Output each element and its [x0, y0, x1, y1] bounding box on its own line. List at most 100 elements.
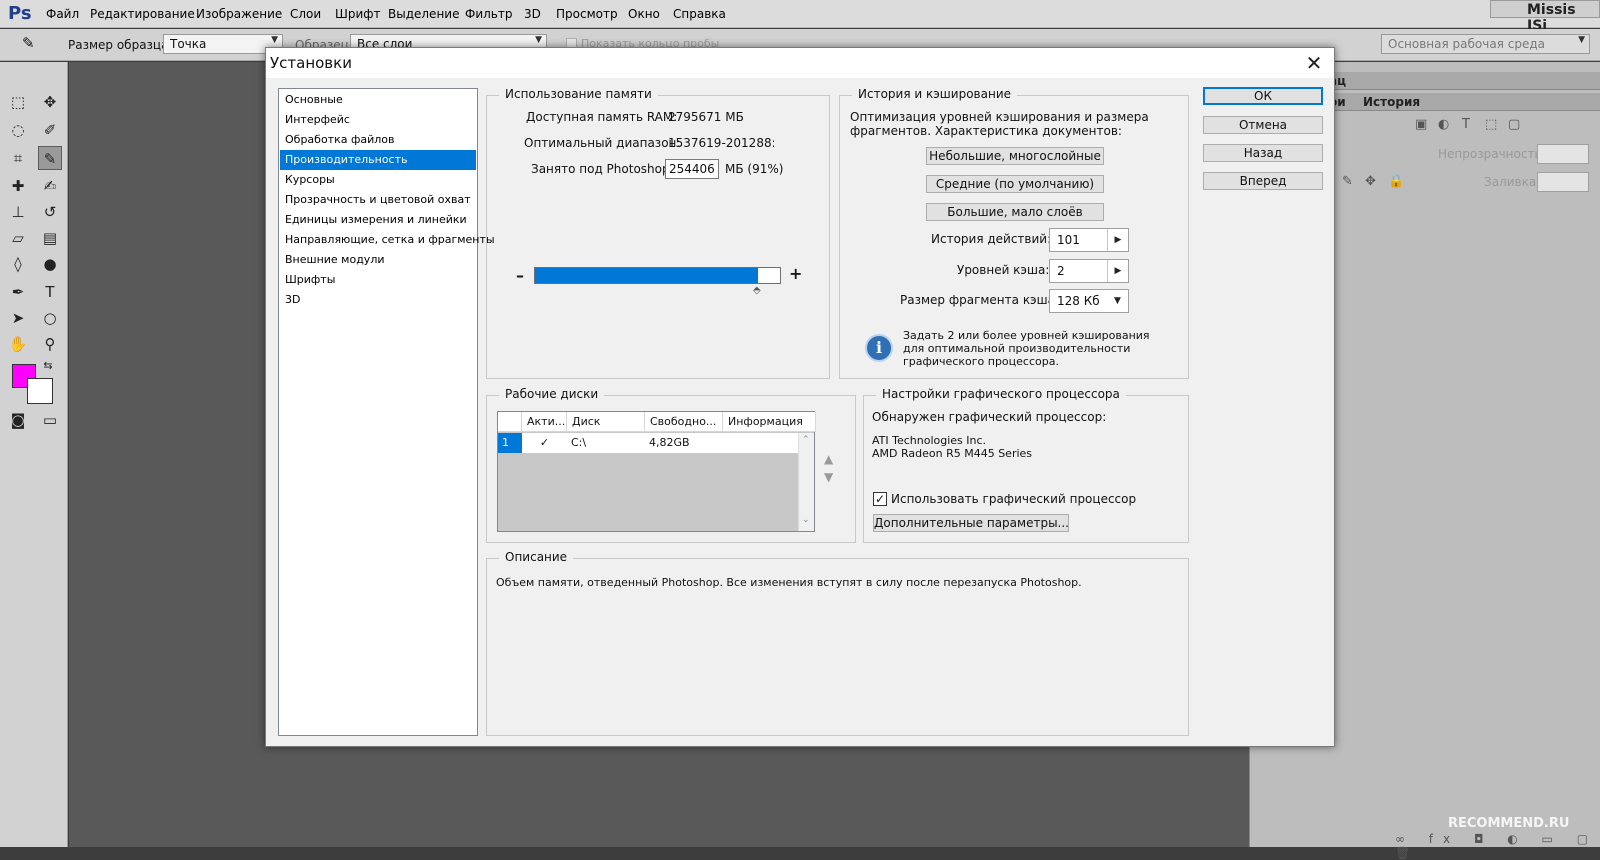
close-icon[interactable]: ✕	[1299, 50, 1329, 76]
swap-colors-icon[interactable]: ⇆	[36, 354, 60, 378]
cancel-button[interactable]: Отмена	[1203, 116, 1323, 134]
opacity-input[interactable]	[1537, 144, 1589, 164]
workspace-select[interactable]: Основная рабочая среда ▼	[1381, 34, 1590, 54]
memory-slider-thumb[interactable]: ⬘	[753, 285, 761, 296]
chevron-right-icon[interactable]: ▶	[1107, 229, 1128, 251]
forward-button[interactable]: Вперед	[1203, 172, 1323, 190]
menu-filter[interactable]: Фильтр	[465, 7, 512, 21]
opacity-label: Непрозрачность:	[1438, 147, 1546, 161]
lasso-tool-icon[interactable]: ◌	[6, 118, 30, 142]
menu-bar: Ps Файл Редактирование Изображение Слои …	[0, 0, 1600, 34]
preset-medium-button[interactable]: Средние (по умолчанию)	[926, 175, 1104, 193]
menu-edit[interactable]: Редактирование	[90, 7, 195, 21]
use-gpu-label[interactable]: Использовать графический процессор	[891, 492, 1136, 506]
quick-select-icon[interactable]: ✐	[38, 118, 62, 142]
nav-item-plugins[interactable]: Внешние модули	[280, 250, 476, 270]
preset-large-button[interactable]: Большие, мало слоёв	[926, 203, 1104, 221]
memory-usage-group: Использование памяти Доступная память RA…	[486, 87, 830, 379]
nav-item-type[interactable]: Шрифты	[280, 270, 476, 290]
eyedropper-tool-icon[interactable]: ✎	[38, 146, 62, 170]
advanced-settings-button[interactable]: Дополнительные параметры...	[873, 514, 1069, 532]
menu-window[interactable]: Окно	[628, 7, 660, 21]
move-up-icon[interactable]: ▲	[824, 452, 833, 466]
quick-mask-icon[interactable]: ◙	[6, 408, 30, 432]
preset-small-button[interactable]: Небольшие, многослойные	[926, 147, 1104, 165]
menu-view[interactable]: Просмотр	[556, 7, 618, 21]
tile-size-select[interactable]: 128 Кб ▼	[1049, 289, 1129, 313]
lock-position-icon[interactable]: ✥	[1365, 174, 1376, 189]
tab-history[interactable]: История	[1363, 95, 1420, 109]
stamp-tool-icon[interactable]: ⊥	[6, 200, 30, 224]
scroll-down-icon[interactable]: ⌄	[802, 515, 810, 525]
use-gpu-checkbox[interactable]: ✓	[873, 492, 887, 506]
move-tool-icon[interactable]: ✥	[38, 90, 62, 114]
nav-item-3d[interactable]: 3D	[280, 290, 476, 310]
increase-memory-icon[interactable]: +	[789, 264, 802, 283]
lock-all-icon[interactable]: 🔒	[1388, 174, 1404, 189]
decrease-memory-icon[interactable]: –	[516, 266, 524, 285]
watermark: RECOMMEND.RU	[1448, 816, 1570, 831]
used-memory-input[interactable]: 254406	[665, 159, 719, 179]
back-button[interactable]: Назад	[1203, 144, 1323, 162]
background-color-swatch[interactable]	[27, 378, 53, 404]
hand-tool-icon[interactable]: ✋	[6, 332, 30, 356]
nav-item-file-handling[interactable]: Обработка файлов	[280, 130, 476, 150]
chevron-down-icon[interactable]: ▼	[1107, 290, 1128, 312]
gpu-vendor: ATI Technologies Inc.	[872, 434, 987, 447]
eraser-tool-icon[interactable]: ▱	[6, 226, 30, 250]
menu-file[interactable]: Файл	[46, 7, 79, 21]
disk-active-checkbox[interactable]: ✓	[522, 433, 567, 453]
marquee-tool-icon[interactable]: ⬚	[6, 90, 30, 114]
nav-item-guides[interactable]: Направляющие, сетка и фрагменты	[280, 230, 495, 250]
path-select-icon[interactable]: ➤	[6, 306, 30, 330]
chevron-right-icon[interactable]: ▶	[1107, 260, 1128, 282]
brush-tool-icon[interactable]: ✍	[38, 174, 62, 198]
column-free[interactable]: Свободно...	[645, 412, 723, 432]
image-filter-icon[interactable]: ▣	[1415, 117, 1427, 132]
cache-levels-input[interactable]: 2 ▶	[1049, 259, 1129, 283]
nav-item-cursors[interactable]: Курсоры	[280, 170, 476, 190]
panel-bottom-icons[interactable]: ∞ fx ◘ ◐ ▭ ▢ 🗑	[1395, 832, 1600, 860]
nav-item-units[interactable]: Единицы измерения и линейки	[280, 210, 476, 230]
adjustment-filter-icon[interactable]: ◐	[1438, 117, 1449, 132]
column-disk[interactable]: Диск	[567, 412, 645, 432]
table-scrollbar[interactable]: ⌃ ⌄	[798, 433, 814, 531]
column-info[interactable]: Информация	[723, 412, 816, 432]
pen-tool-icon[interactable]: ✒	[6, 280, 30, 304]
menu-select[interactable]: Выделение	[388, 7, 459, 21]
row-number[interactable]: 1	[498, 433, 522, 453]
healing-brush-icon[interactable]: ✚	[6, 174, 30, 198]
memory-slider[interactable]	[534, 267, 781, 284]
menu-image[interactable]: Изображение	[196, 7, 282, 21]
nav-item-general[interactable]: Основные	[280, 90, 476, 110]
zoom-tool-icon[interactable]: ⚲	[38, 332, 62, 356]
cache-info-text: Задать 2 или более уровней кэширования д…	[903, 329, 1150, 368]
fill-input[interactable]	[1537, 172, 1589, 192]
nav-item-performance[interactable]: Производительность	[280, 150, 476, 170]
screen-mode-icon[interactable]: ▭	[38, 408, 62, 432]
lock-pixels-icon[interactable]: ✎	[1342, 174, 1353, 189]
scratch-disks-table: Акти... Диск Свободно... Информация 1 ✓ …	[497, 411, 816, 532]
nav-item-transparency[interactable]: Прозрачность и цветовой охват	[280, 190, 476, 210]
gradient-tool-icon[interactable]: ▤	[38, 226, 62, 250]
dodge-tool-icon[interactable]: ●	[38, 252, 62, 276]
shape-filter-icon[interactable]: ⬚	[1485, 117, 1497, 132]
smart-filter-icon[interactable]: ▢	[1508, 117, 1520, 132]
type-filter-icon[interactable]: T	[1462, 117, 1470, 132]
menu-3d[interactable]: 3D	[524, 7, 541, 21]
eyedropper-icon[interactable]: ✎	[22, 34, 35, 52]
history-states-input[interactable]: 101 ▶	[1049, 228, 1129, 252]
ok-button[interactable]: ОК	[1203, 87, 1323, 105]
blur-tool-icon[interactable]: ◊	[6, 252, 30, 276]
move-down-icon[interactable]: ▼	[824, 470, 833, 484]
menu-layers[interactable]: Слои	[290, 7, 321, 21]
column-active[interactable]: Акти...	[522, 412, 567, 432]
menu-help[interactable]: Справка	[673, 7, 726, 21]
history-brush-icon[interactable]: ↺	[38, 200, 62, 224]
nav-item-interface[interactable]: Интерфейс	[280, 110, 476, 130]
menu-type[interactable]: Шрифт	[335, 7, 381, 21]
type-tool-icon[interactable]: T	[38, 280, 62, 304]
crop-tool-icon[interactable]: ⌗	[6, 146, 30, 170]
scroll-up-icon[interactable]: ⌃	[802, 435, 810, 445]
ellipse-tool-icon[interactable]: ○	[38, 306, 62, 330]
